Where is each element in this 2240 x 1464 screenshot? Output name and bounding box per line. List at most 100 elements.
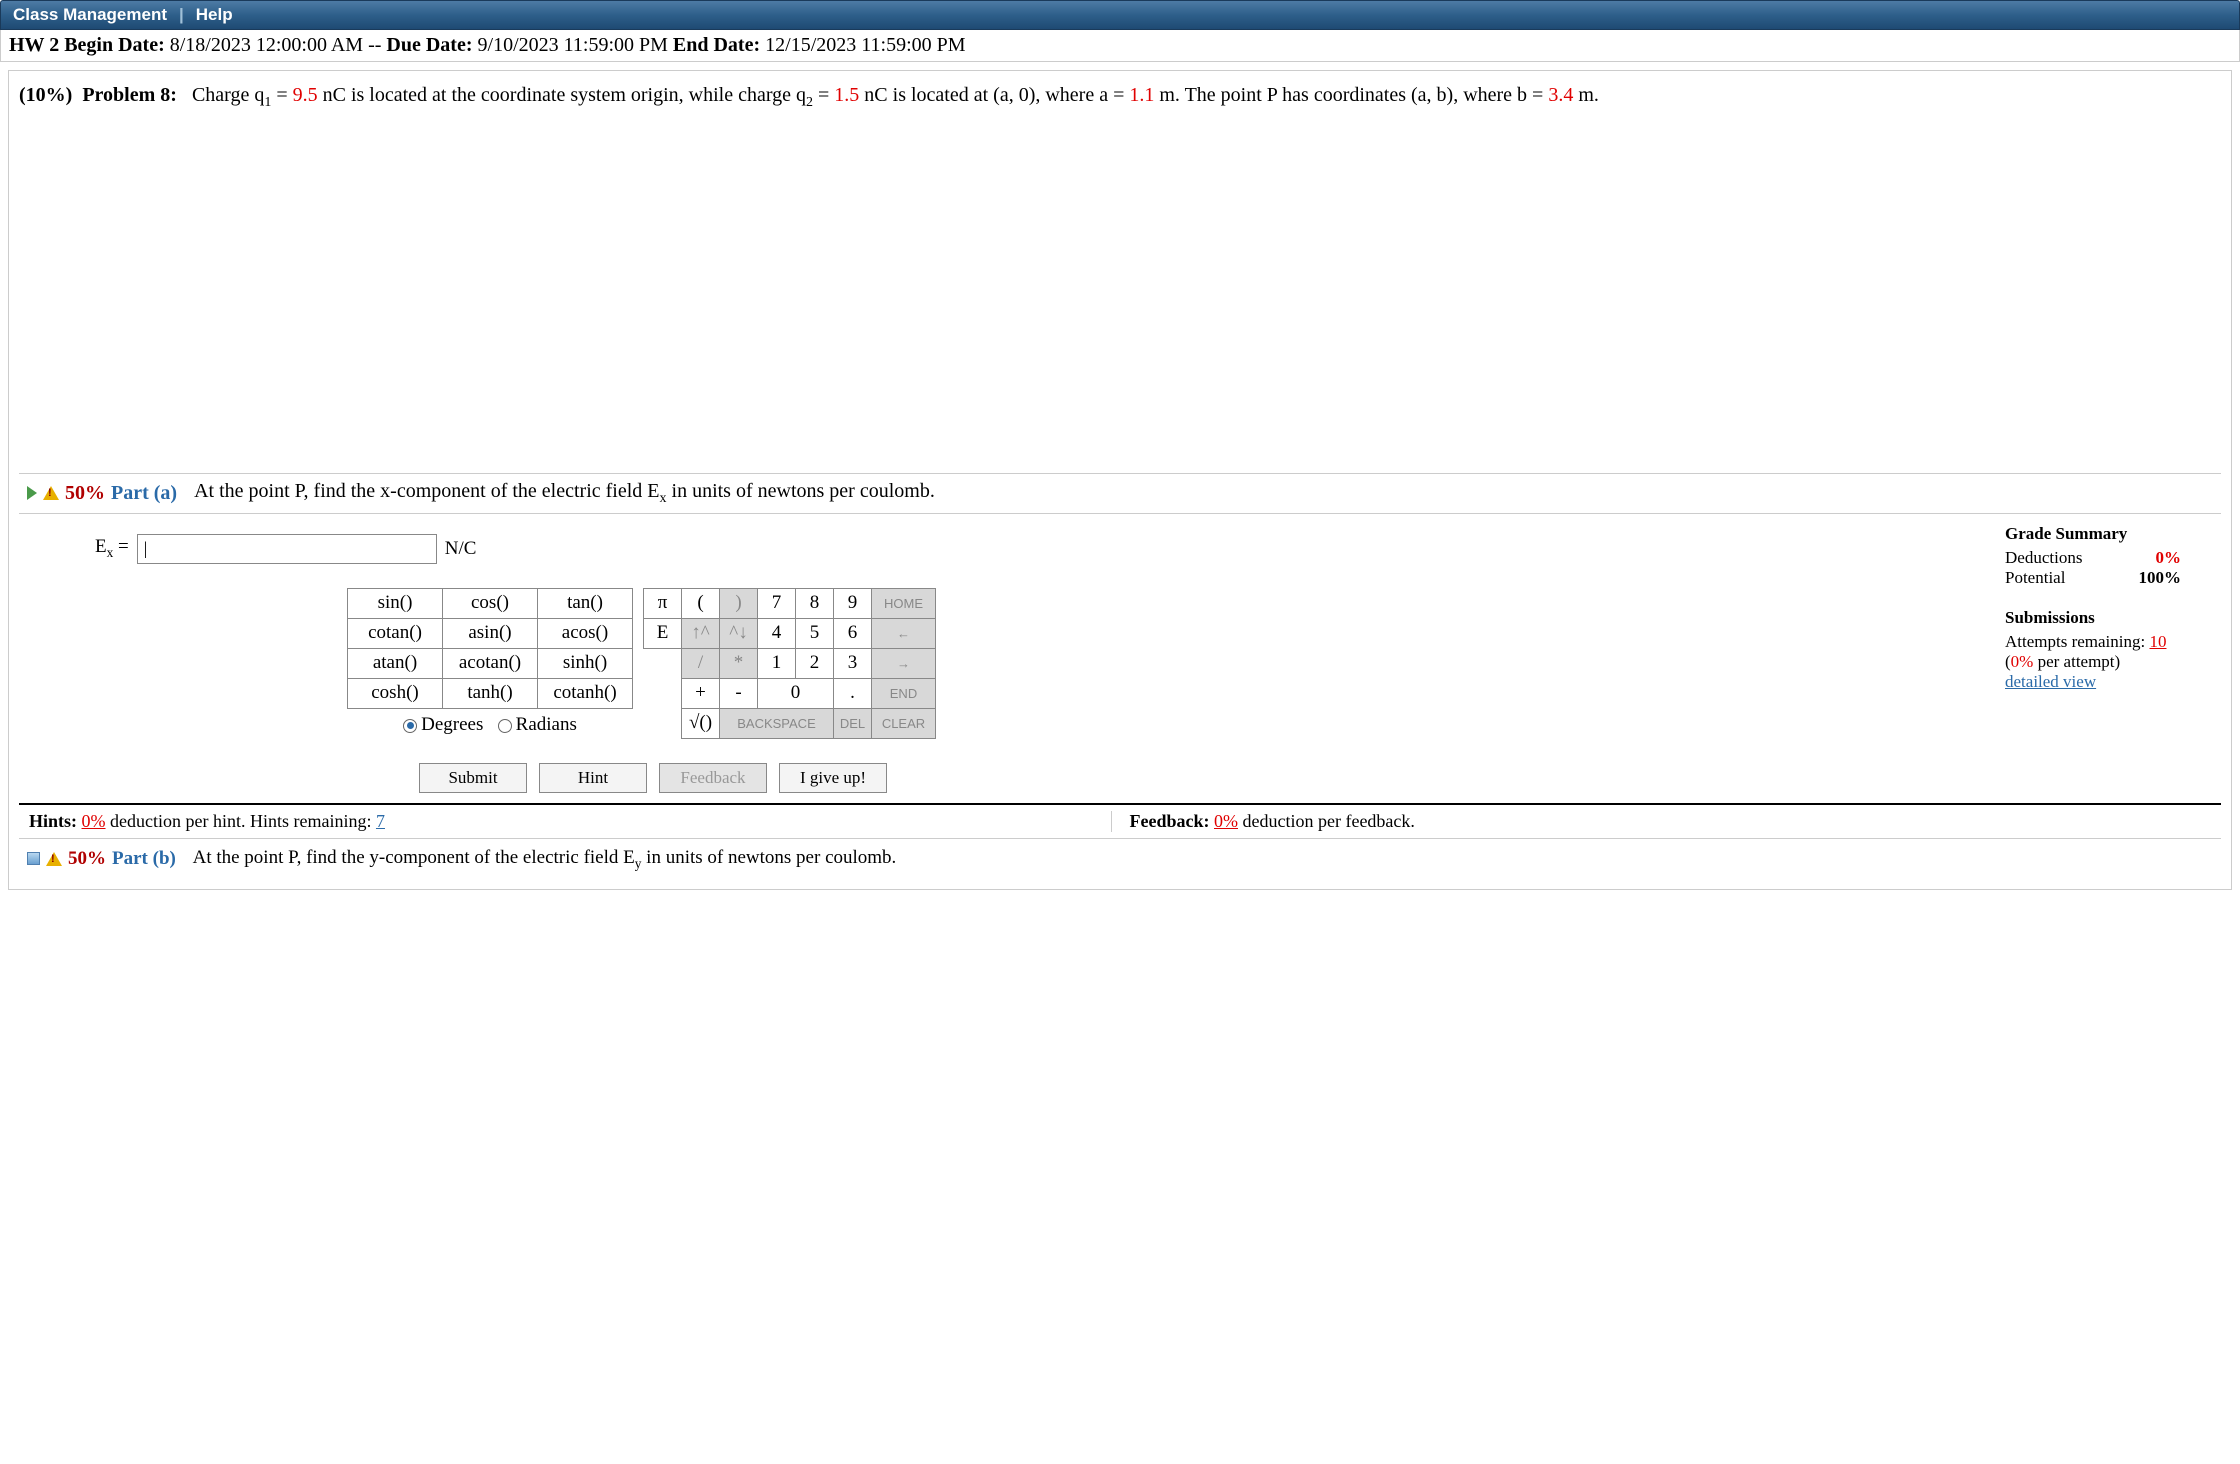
key-rparen[interactable]: ): [720, 588, 758, 618]
fn-atan[interactable]: atan(): [348, 648, 443, 678]
pt4: =: [813, 84, 834, 106]
key-3[interactable]: 3: [834, 648, 872, 678]
hw-begin-label: HW 2 Begin Date:: [9, 34, 170, 56]
fb-label: Feedback:: [1130, 811, 1215, 831]
function-pad: sin()cos()tan() cotan()asin()acos() atan…: [347, 588, 633, 739]
key-8[interactable]: 8: [796, 588, 834, 618]
angle-mode: Degrees Radians: [348, 708, 633, 738]
hw-header: HW 2 Begin Date: 8/18/2023 12:00:00 AM -…: [0, 30, 2240, 62]
key-backspace[interactable]: BACKSPACE: [720, 708, 834, 738]
key-1[interactable]: 1: [758, 648, 796, 678]
key-right[interactable]: →: [872, 648, 936, 678]
part-b-label: Part (b): [112, 848, 176, 870]
per-r: per attempt): [2033, 652, 2120, 671]
hints-pct[interactable]: 0%: [82, 811, 106, 831]
answer-unit: N/C: [445, 538, 477, 560]
part-a-header: 50% Part (a) At the point P, find the x-…: [19, 473, 2221, 514]
hw-end-label: End Date:: [673, 34, 765, 56]
key-sqrt[interactable]: √(): [682, 708, 720, 738]
fb-pct[interactable]: 0%: [1214, 811, 1238, 831]
warning-icon: [43, 486, 59, 500]
pt3: nC is located at the coordinate system o…: [318, 84, 806, 106]
key-plus[interactable]: +: [682, 678, 720, 708]
key-clear[interactable]: CLEAR: [872, 708, 936, 738]
fn-cotan[interactable]: cotan(): [348, 618, 443, 648]
part-b-text: At the point P, find the y-component of …: [193, 847, 897, 872]
part-a-text: At the point P, find the x-component of …: [194, 480, 935, 507]
fn-sinh[interactable]: sinh(): [538, 648, 633, 678]
fn-acos[interactable]: acos(): [538, 618, 633, 648]
answer-input[interactable]: [137, 534, 437, 564]
key-2[interactable]: 2: [796, 648, 834, 678]
key-del[interactable]: DEL: [834, 708, 872, 738]
hw-sep: --: [363, 34, 386, 56]
fn-cotanh[interactable]: cotanh(): [538, 678, 633, 708]
pt5: nC is located at (a, 0), where a =: [859, 84, 1129, 106]
key-left[interactable]: ←: [872, 618, 936, 648]
key-lparen[interactable]: (: [682, 588, 720, 618]
fn-tan[interactable]: tan(): [538, 588, 633, 618]
expand-icon[interactable]: [27, 486, 37, 500]
radians-label: Radians: [516, 714, 577, 735]
nav-help[interactable]: Help: [196, 5, 233, 25]
nav-class-management[interactable]: Class Management: [13, 5, 167, 25]
detailed-view-link[interactable]: detailed view: [2005, 672, 2181, 692]
giveup-button[interactable]: I give up!: [779, 763, 887, 793]
hints-feedback-row: Hints: 0% deduction per hint. Hints rema…: [19, 803, 2221, 838]
ded-val: 0%: [2156, 548, 2182, 568]
degrees-label: Degrees: [421, 714, 483, 735]
key-pi[interactable]: π: [644, 588, 682, 618]
problem-pct: (10%): [19, 84, 72, 106]
q2-val: 1.5: [834, 84, 859, 106]
part-b-header: 50% Part (b) At the point P, find the y-…: [19, 838, 2221, 880]
hw-end-date: 12/15/2023 11:59:00 PM: [765, 34, 965, 56]
problem-label: Problem 8:: [82, 84, 177, 106]
grade-summary: Grade Summary Deductions0% Potential100%…: [2005, 524, 2181, 692]
feedback-button[interactable]: Feedback: [659, 763, 767, 793]
collapse-icon[interactable]: [27, 852, 40, 865]
key-6[interactable]: 6: [834, 618, 872, 648]
fn-sin[interactable]: sin(): [348, 588, 443, 618]
key-5[interactable]: 5: [796, 618, 834, 648]
answer-row: Ex = N/C: [19, 514, 2221, 588]
att-val[interactable]: 10: [2149, 632, 2166, 651]
key-e[interactable]: E: [644, 618, 682, 648]
key-9[interactable]: 9: [834, 588, 872, 618]
eq-l: E: [95, 536, 107, 557]
sub-title: Submissions: [2005, 608, 2181, 628]
att-label: Attempts remaining:: [2005, 632, 2149, 651]
key-minus[interactable]: -: [720, 678, 758, 708]
fn-tanh[interactable]: tanh(): [443, 678, 538, 708]
hints-remaining[interactable]: 7: [376, 811, 385, 831]
eq-eq: =: [113, 536, 128, 557]
hints-t2: deduction per hint. Hints remaining:: [106, 811, 376, 831]
problem-container: (10%) Problem 8: Charge q 1 = 9.5 nC is l…: [8, 70, 2232, 890]
key-home[interactable]: HOME: [872, 588, 936, 618]
key-star[interactable]: *: [720, 648, 758, 678]
hints-info: Hints: 0% deduction per hint. Hints rema…: [29, 811, 1111, 832]
radians-radio[interactable]: [498, 719, 512, 733]
hint-button[interactable]: Hint: [539, 763, 647, 793]
key-up[interactable]: ↑^: [682, 618, 720, 648]
submit-button[interactable]: Submit: [419, 763, 527, 793]
psub2: 2: [806, 95, 813, 110]
degrees-radio[interactable]: [403, 719, 417, 733]
key-dot[interactable]: .: [834, 678, 872, 708]
pt2: =: [271, 84, 292, 106]
fn-cos[interactable]: cos(): [443, 588, 538, 618]
key-end[interactable]: END: [872, 678, 936, 708]
fn-acotan[interactable]: acotan(): [443, 648, 538, 678]
fn-asin[interactable]: asin(): [443, 618, 538, 648]
action-buttons: Submit Hint Feedback I give up!: [19, 763, 2221, 803]
key-0[interactable]: 0: [758, 678, 834, 708]
key-slash[interactable]: /: [682, 648, 720, 678]
pt7: m.: [1573, 84, 1599, 106]
fb-t2: deduction per feedback.: [1238, 811, 1415, 831]
warning-icon-b: [46, 852, 62, 866]
key-7[interactable]: 7: [758, 588, 796, 618]
fn-cosh[interactable]: cosh(): [348, 678, 443, 708]
key-down[interactable]: ^↓: [720, 618, 758, 648]
key-4[interactable]: 4: [758, 618, 796, 648]
pot-label: Potential: [2005, 568, 2065, 588]
pt1: Charge q: [192, 84, 264, 106]
